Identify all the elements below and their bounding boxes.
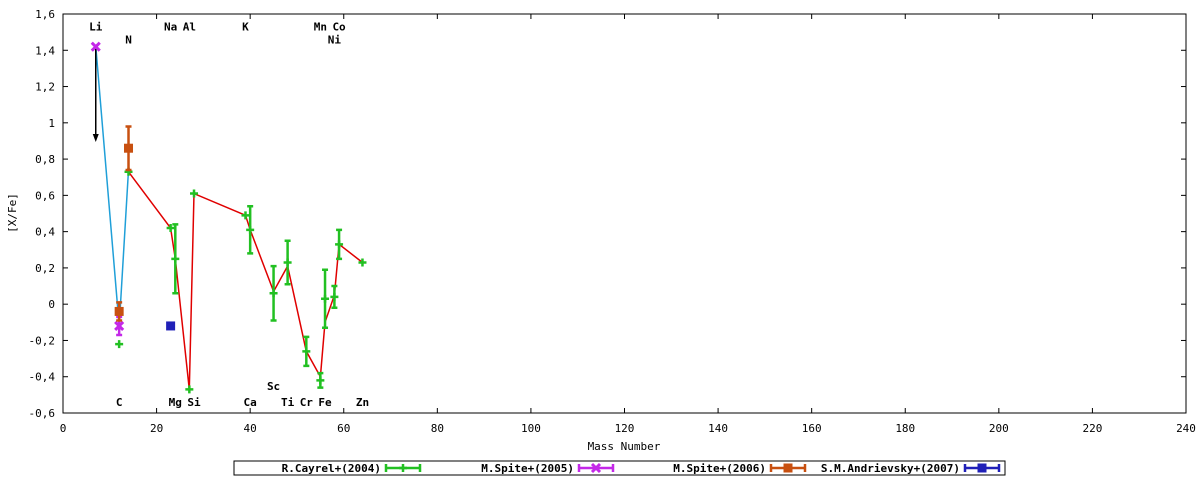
data-point	[115, 340, 124, 349]
data-point	[190, 189, 199, 198]
y-tick-label: -0,2	[29, 334, 56, 347]
data-point	[269, 289, 278, 298]
x-tick-label: 0	[60, 422, 67, 435]
legend-marker	[977, 463, 987, 473]
y-tick-label: 0,4	[35, 226, 55, 239]
element-label: Na	[164, 21, 177, 34]
connecting-lines	[92, 46, 363, 390]
data-point	[321, 294, 330, 303]
legend-marker	[783, 463, 793, 473]
x-tick-label: 160	[802, 422, 822, 435]
element-label: Co	[332, 21, 346, 34]
series-connecting-line	[127, 171, 363, 390]
y-tick-label: 0	[48, 298, 55, 311]
axes: 0 20 40 60 80 100 120 140 160 180 200 220 240 -0,6 -0,…	[29, 8, 1196, 435]
element-label: Si	[187, 396, 201, 409]
element-label: Fe	[318, 396, 332, 409]
data-point	[124, 143, 134, 153]
x-tick-label: 40	[244, 422, 257, 435]
upper-limit-arrow-head	[92, 133, 99, 142]
x-tick-label: 240	[1176, 422, 1196, 435]
element-label: Mg	[169, 396, 182, 409]
legend-marker	[399, 464, 407, 472]
data-marks	[90, 41, 367, 394]
y-tick-label: 1	[48, 117, 55, 130]
legend-label: M.Spite+(2006)	[673, 462, 766, 475]
data-point	[302, 347, 311, 356]
y-tick-label: -0,4	[29, 371, 56, 384]
data-point	[166, 321, 176, 331]
y-tick-label: 1,4	[35, 44, 55, 57]
element-label: Ni	[328, 33, 342, 46]
x-tick-label: 180	[895, 422, 915, 435]
element-label: K	[242, 21, 249, 34]
data-point	[114, 306, 124, 316]
y-tick-label: 0,2	[35, 262, 55, 275]
chart: 0 20 40 60 80 100 120 140 160 180 200 220 240 -0,6 -0,…	[6, 8, 1196, 476]
x-tick-label: 20	[150, 422, 163, 435]
legend: R.Cayrel+(2004) M.Spite+(2005) M.Spite+(20…	[233, 460, 1006, 476]
element-label: Ca	[244, 396, 257, 409]
x-tick-label: 100	[521, 422, 541, 435]
data-point	[185, 385, 194, 394]
element-label: Zn	[356, 396, 369, 409]
element-label: Sc	[267, 380, 280, 393]
y-tick-label: -0,6	[29, 407, 56, 420]
plot-frame	[62, 13, 1187, 414]
x-axis-label: Mass Number	[588, 440, 661, 453]
x-tick-label: 80	[431, 422, 444, 435]
data-point	[246, 225, 255, 234]
element-label: Li	[89, 21, 103, 34]
data-point	[171, 254, 180, 263]
element-label: Cr	[300, 396, 314, 409]
data-point	[241, 211, 250, 220]
data-point	[283, 258, 292, 267]
element-label: C	[116, 396, 123, 409]
y-tick-label: 1,6	[35, 8, 55, 21]
x-tick-label: 220	[1082, 422, 1102, 435]
y-tick-label: 0,8	[35, 153, 55, 166]
legend-label: M.Spite+(2005)	[481, 462, 574, 475]
element-label: Ti	[281, 396, 295, 409]
y-tick-label: 0,6	[35, 189, 55, 202]
x-tick-label: 200	[989, 422, 1009, 435]
x-tick-label: 120	[615, 422, 635, 435]
element-labels: Li N Na Al K Mn CoNi Sc C Mg Si Ca Ti Cr Fe Zn	[89, 21, 369, 409]
y-axis-label: [X/Fe]	[6, 193, 19, 233]
x-tick-label: 60	[337, 422, 350, 435]
element-label: N	[125, 33, 132, 46]
element-label: Al	[183, 21, 196, 34]
y-tick-label: 1,2	[35, 81, 55, 94]
data-point	[330, 292, 339, 301]
legend-label: R.Cayrel+(2004)	[282, 462, 381, 475]
x-tick-label: 140	[708, 422, 728, 435]
series-connecting-line	[95, 46, 130, 326]
legend-label: S.M.Andrievsky+(2007)	[821, 462, 960, 475]
element-label: Mn	[314, 21, 327, 34]
data-point	[316, 376, 325, 385]
